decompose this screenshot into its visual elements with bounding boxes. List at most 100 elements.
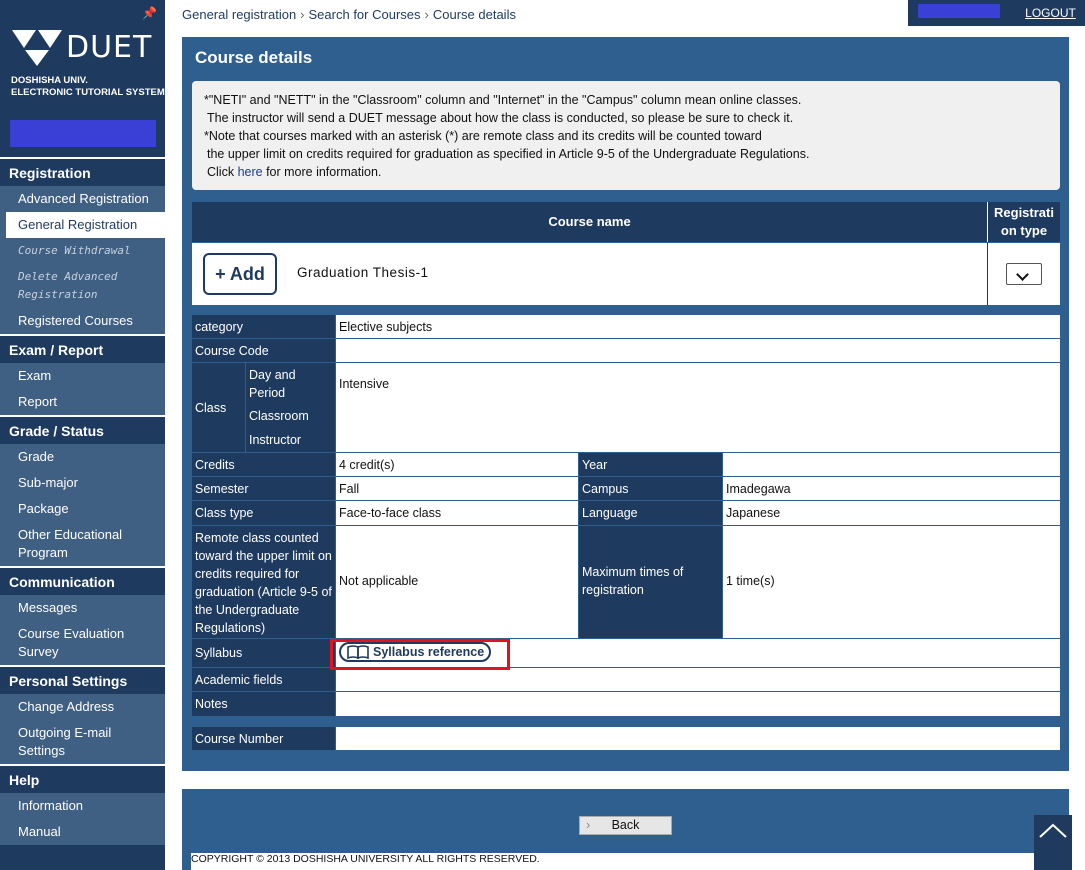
- logout-link[interactable]: LOGOUT: [1016, 0, 1085, 26]
- campus-label: Campus: [579, 477, 722, 500]
- course-name: Graduation Thesis-1: [297, 265, 429, 280]
- breadcrumb-course-details: Course details: [432, 7, 516, 22]
- nav-heading: Grade / Status: [0, 415, 165, 444]
- remote-class-label: Remote class counted toward the upper li…: [192, 526, 335, 638]
- class-label: Class: [192, 363, 245, 452]
- nav-heading: Help: [0, 764, 165, 793]
- user-name-redacted: [918, 4, 1000, 18]
- year-label: Year: [579, 453, 722, 476]
- nav-item-other-educational-program[interactable]: Other Educational Program: [0, 522, 165, 566]
- nav-item-information[interactable]: Information: [0, 793, 165, 819]
- course-number-label: Course Number: [192, 727, 335, 750]
- logo-subtitle-line2: ELECTRONIC TUTORIAL SYSTEM: [11, 87, 165, 98]
- notice-line: the upper limit on credits required for …: [207, 147, 810, 161]
- language-value: Japanese: [723, 501, 1060, 525]
- credits-label: Credits: [192, 453, 335, 476]
- nav-section-registration: Registration Advanced Registration Gener…: [0, 157, 165, 334]
- class-type-value: Face-to-face class: [336, 501, 578, 525]
- day-period-label: Day and Period: [249, 368, 296, 400]
- nav-item-delete-advanced-registration: Delete Advanced Registration: [0, 264, 165, 308]
- nav-item-course-evaluation-survey[interactable]: Course Evaluation Survey: [0, 621, 165, 665]
- more-info-link[interactable]: here: [238, 165, 263, 179]
- breadcrumb-general-registration[interactable]: General registration: [182, 7, 296, 22]
- nav-item-registered-courses[interactable]: Registered Courses: [0, 308, 165, 334]
- nav-item-package[interactable]: Package: [0, 496, 165, 522]
- course-row: + Add Graduation Thesis-1: [192, 243, 1060, 305]
- notice-text: for more information.: [262, 165, 382, 179]
- logo-area: 📌 DUET DOSHISHA UNIV. ELECTRONIC TUTORIA…: [0, 0, 165, 157]
- nav-section-exam-report: Exam / Report Exam Report: [0, 334, 165, 415]
- category-value: Elective subjects: [336, 315, 1060, 338]
- year-value: [723, 453, 1060, 476]
- logo-subtitle-line1: DOSHISHA UNIV.: [11, 75, 88, 86]
- language-label: Language: [579, 501, 722, 525]
- nav-section-grade-status: Grade / Status Grade Sub-major Package O…: [0, 415, 165, 566]
- credits-value: 4 credit(s): [336, 453, 578, 476]
- pin-icon[interactable]: 📌: [142, 6, 157, 20]
- breadcrumb-separator-icon: ›: [424, 7, 429, 22]
- page-title: Course details: [195, 48, 313, 67]
- notice-line: *"NETI" and "NETT" in the "Classroom" co…: [204, 93, 802, 107]
- semester-label: Semester: [192, 477, 335, 500]
- nav-item-messages[interactable]: Messages: [0, 595, 165, 621]
- day-period-value: Intensive: [336, 363, 1060, 452]
- logo-subtitle: DOSHISHA UNIV. ELECTRONIC TUTORIAL SYSTE…: [11, 75, 165, 99]
- nav-heading: Exam / Report: [0, 334, 165, 363]
- nav-heading: Registration: [0, 157, 165, 186]
- category-label: category: [192, 315, 335, 338]
- nav-item-outgoing-email-settings[interactable]: Outgoing E-mail Settings: [0, 720, 165, 764]
- top-user-area: [908, 0, 1016, 26]
- add-course-button[interactable]: + Add: [203, 253, 277, 295]
- nav-item-manual[interactable]: Manual: [0, 819, 165, 845]
- notes-label: Notes: [192, 692, 335, 716]
- col-registration-type: Registration type: [987, 202, 1060, 242]
- nav-heading: Personal Settings: [0, 665, 165, 694]
- nav-section-help: Help Information Manual: [0, 764, 165, 845]
- max-times-label: Maximum times of registration: [579, 526, 722, 638]
- nav-item-report[interactable]: Report: [0, 389, 165, 415]
- sidebar: 📌 DUET DOSHISHA UNIV. ELECTRONIC TUTORIA…: [0, 0, 165, 870]
- notice-line: *Note that courses marked with an asteri…: [204, 129, 762, 143]
- nav-item-course-withdrawal: Course Withdrawal: [0, 238, 165, 264]
- nav-item-general-registration[interactable]: General Registration: [6, 212, 165, 238]
- col-course-name: Course name: [548, 214, 631, 229]
- nav-section-communication: Communication Messages Course Evaluation…: [0, 566, 165, 665]
- scroll-to-top-button[interactable]: [1034, 815, 1072, 870]
- user-name-redacted: [10, 120, 156, 147]
- chevron-up-icon: [1039, 823, 1067, 838]
- duet-logo-icon: [12, 30, 62, 66]
- back-button-label: Back: [611, 818, 640, 832]
- registration-type-cell: [987, 243, 1060, 305]
- academic-fields-value: [336, 668, 1060, 691]
- course-number-value: [336, 727, 1060, 750]
- nav-item-advanced-registration[interactable]: Advanced Registration: [0, 186, 165, 212]
- registration-type-select[interactable]: [1006, 263, 1042, 285]
- nav-item-change-address[interactable]: Change Address: [0, 694, 165, 720]
- classroom-label: Classroom: [249, 409, 309, 423]
- breadcrumb: General registration › Search for Courses ›…: [182, 7, 516, 22]
- class-type-label: Class type: [192, 501, 335, 525]
- breadcrumb-separator-icon: ›: [300, 7, 305, 22]
- duet-app: 📌 DUET DOSHISHA UNIV. ELECTRONIC TUTORIA…: [0, 0, 1085, 870]
- notice-line: Click here for more information.: [204, 163, 1050, 181]
- remote-class-value: Not applicable: [336, 526, 578, 638]
- max-times-value: 1 time(s): [723, 526, 1060, 638]
- breadcrumb-search-for-courses[interactable]: Search for Courses: [309, 7, 421, 22]
- nav-item-exam[interactable]: Exam: [0, 363, 165, 389]
- instructor-label: Instructor: [249, 433, 302, 447]
- logo-text: DUET: [66, 30, 153, 65]
- course-details-panel: Course details *"NETI" and "NETT" in the…: [182, 37, 1069, 771]
- course-code-label: Course Code: [192, 339, 335, 362]
- course-code-value: [336, 339, 1060, 362]
- back-button[interactable]: › Back: [579, 816, 672, 835]
- nav-heading: Communication: [0, 566, 165, 595]
- class-sub-labels: Day and Period Classroom Instructor: [246, 363, 335, 452]
- syllabus-label: Syllabus: [192, 639, 335, 667]
- nav-item-sub-major[interactable]: Sub-major: [0, 470, 165, 496]
- copyright-text: COPYRIGHT © 2013 DOSHISHA UNIVERSITY ALL…: [191, 853, 1051, 870]
- campus-value: Imadegawa: [723, 477, 1060, 500]
- nav-item-grade[interactable]: Grade: [0, 444, 165, 470]
- notice-box: *"NETI" and "NETT" in the "Classroom" co…: [192, 81, 1060, 190]
- semester-value: Fall: [336, 477, 578, 500]
- notice-line: The instructor will send a DUET message …: [207, 111, 794, 125]
